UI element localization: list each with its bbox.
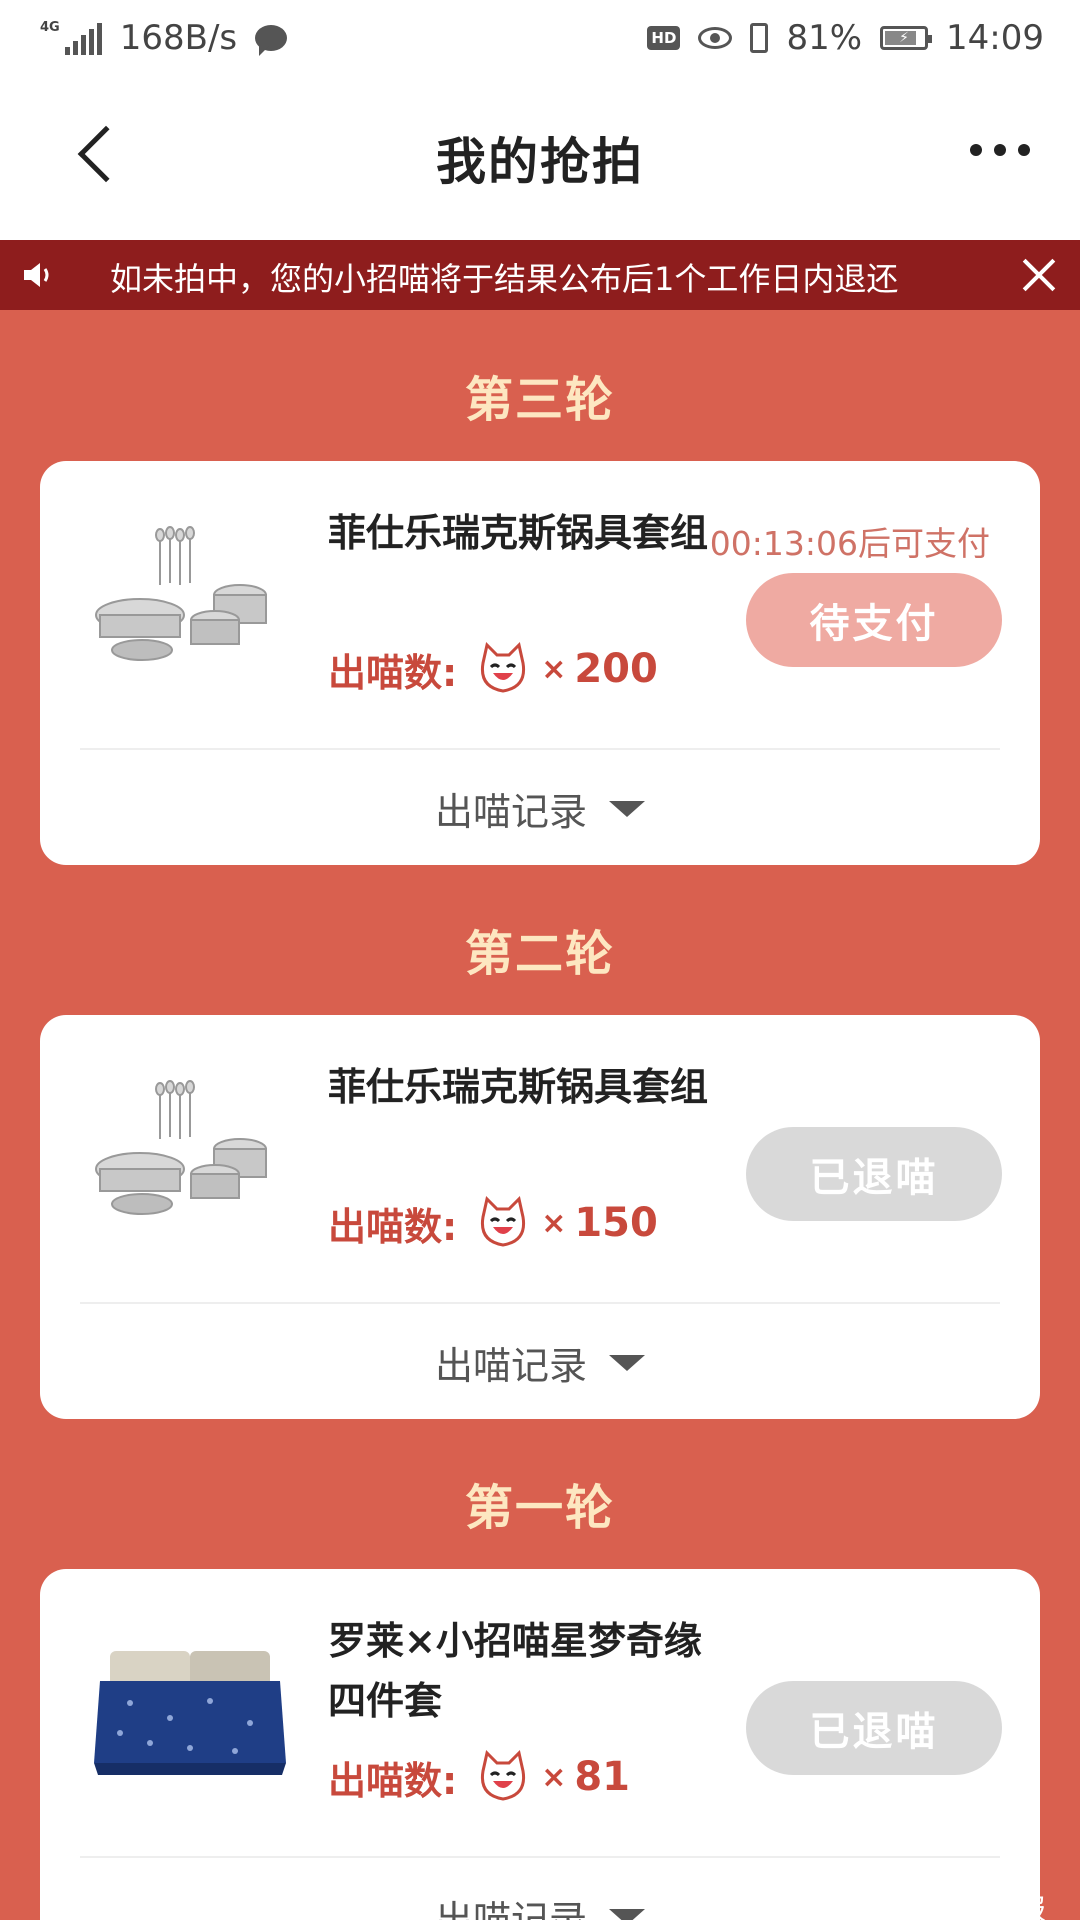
bid-count-row: 出喵数: × 200 — [328, 641, 658, 697]
charging-icon: ⚡ — [899, 30, 909, 46]
bid-count: 81 — [574, 1754, 631, 1800]
bid-label: 出喵数: — [328, 1758, 458, 1803]
signal-icon: 4G — [40, 21, 102, 55]
status-bar: 4G 168B/s HD 81% ⚡ 14:09 — [0, 0, 1080, 76]
auction-card[interactable]: 罗莱×小招喵星梦奇缘四件套 出喵数: × 81 已退喵 出喵记录 — [40, 1569, 1040, 1920]
cookware-image — [95, 526, 267, 661]
bid-record-label: 出喵记录 — [434, 790, 587, 834]
bid-label: 出喵数: — [328, 650, 458, 695]
round-title: 第一轮 — [464, 1480, 615, 1536]
multiply-sign: × — [541, 1759, 567, 1795]
battery-percent: 81% — [786, 18, 863, 58]
cookware-image — [95, 1080, 267, 1215]
watermark: 小太阳线报 — [860, 1888, 1046, 1920]
network-type: 4G — [40, 20, 60, 35]
cat-coin-icon — [481, 642, 526, 693]
refunded-badge: 已退喵 — [746, 1127, 1002, 1221]
bid-count-row: 出喵数: × 81 — [328, 1749, 630, 1805]
round-title: 第二轮 — [464, 926, 615, 982]
round-title: 第三轮 — [464, 372, 615, 428]
page-title: 我的抢拍 — [436, 133, 644, 191]
cat-coin-icon — [481, 1196, 526, 1247]
notice-bar: 如未拍中，您的小招喵将于结果公布后1个工作日内退还 — [0, 240, 1080, 310]
product-name: 菲仕乐瑞克斯锅具套组 — [328, 511, 709, 555]
pay-button[interactable]: 待支付 — [746, 573, 1002, 667]
chevron-down-icon — [609, 800, 645, 817]
bid-record-label: 出喵记录 — [434, 1344, 587, 1388]
bid-count: 200 — [574, 646, 658, 692]
divider — [80, 1302, 1000, 1304]
more-icon[interactable] — [970, 144, 1030, 156]
message-icon — [255, 25, 288, 56]
speaker-icon — [24, 263, 49, 287]
network-speed: 168B/s — [119, 18, 238, 58]
back-icon[interactable] — [77, 125, 135, 183]
hd-badge: HD — [647, 26, 681, 50]
watermark-text: 小太阳线报 — [905, 1893, 1046, 1920]
bid-record-toggle[interactable]: 出喵记录 — [40, 781, 1040, 836]
multiply-sign: × — [541, 1205, 567, 1241]
nav-bar: 我的抢拍 — [0, 76, 1080, 240]
eye-comfort-icon — [698, 27, 733, 49]
refunded-badge: 已退喵 — [746, 1681, 1002, 1775]
notice-text: 如未拍中，您的小招喵将于结果公布后1个工作日内退还 — [110, 260, 899, 298]
divider — [80, 748, 1000, 750]
chevron-down-icon — [609, 1908, 645, 1920]
payment-countdown: 00:13:06后可支付 — [709, 524, 990, 563]
wechat-icon — [860, 1894, 895, 1920]
bid-record-toggle[interactable]: 出喵记录 — [40, 1335, 1040, 1390]
multiply-sign: × — [541, 651, 567, 687]
bid-record-label: 出喵记录 — [434, 1898, 587, 1920]
product-name: 菲仕乐瑞克斯锅具套组 — [328, 1065, 709, 1109]
bedding-image — [94, 1651, 286, 1775]
bid-count-row: 出喵数: × 150 — [328, 1195, 658, 1251]
divider — [80, 1856, 1000, 1858]
bid-count: 150 — [574, 1200, 658, 1246]
bid-label: 出喵数: — [328, 1204, 458, 1249]
clock: 14:09 — [946, 18, 1044, 58]
status-bar-right: HD 81% ⚡ 14:09 — [647, 18, 1044, 58]
status-bar-left: 4G 168B/s — [40, 18, 288, 58]
product-name: 罗莱×小招喵星梦奇缘四件套 — [328, 1619, 702, 1723]
battery-icon: ⚡ — [880, 26, 933, 50]
close-icon[interactable] — [1020, 256, 1058, 294]
auction-card[interactable]: 菲仕乐瑞克斯锅具套组 出喵数: × 200 00:13:06后可支付 待支付 出… — [40, 461, 1040, 865]
auction-card[interactable]: 菲仕乐瑞克斯锅具套组 出喵数: × 150 已退喵 出喵记录 — [40, 1015, 1040, 1419]
vibrate-icon — [750, 23, 769, 53]
chevron-down-icon — [609, 1354, 645, 1371]
cat-coin-icon — [481, 1750, 526, 1801]
